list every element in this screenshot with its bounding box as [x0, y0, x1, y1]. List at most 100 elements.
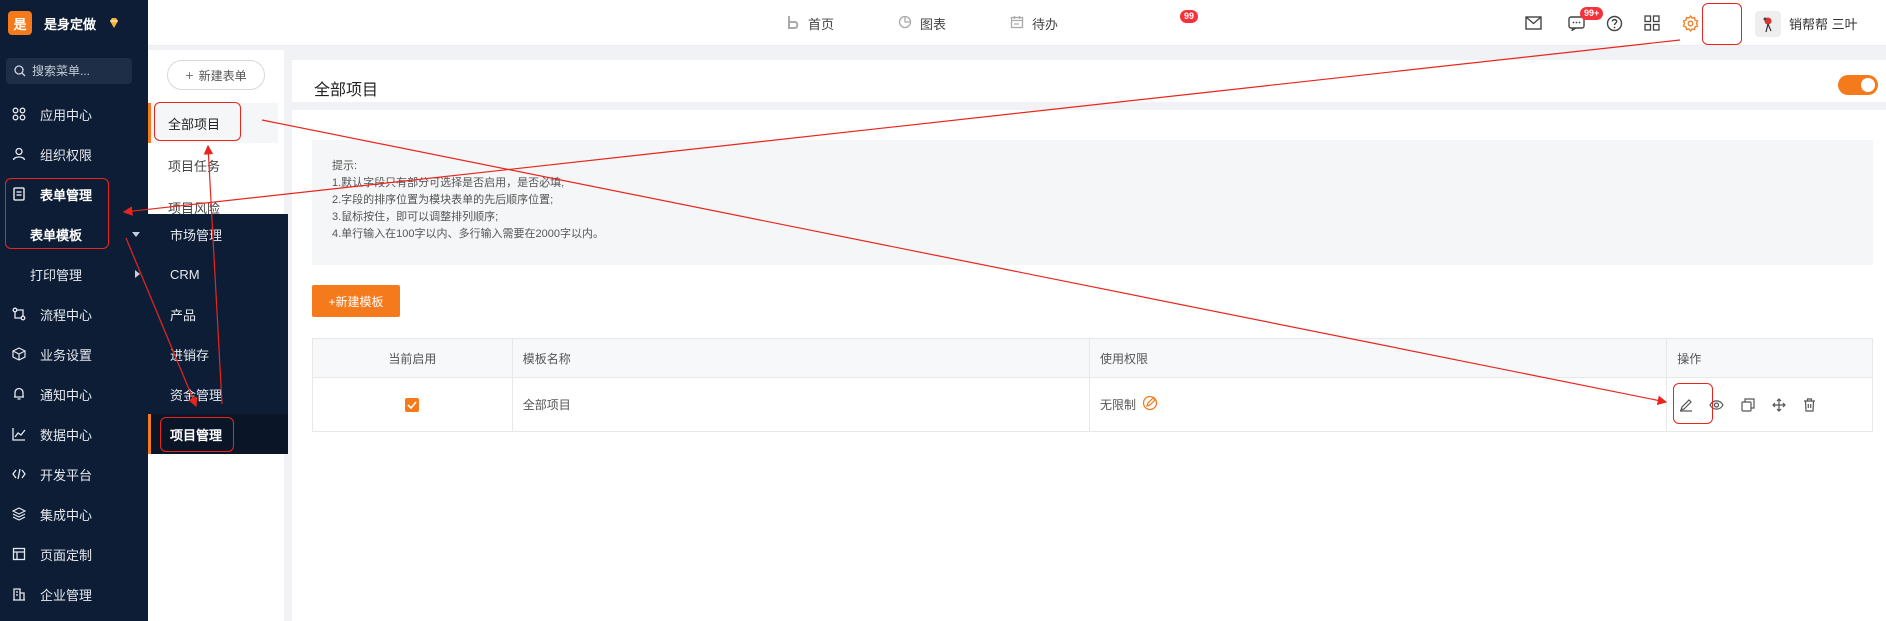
sidebar-item-label: 表单模板 [30, 227, 83, 243]
user-icon [11, 147, 26, 162]
sidebar-item-label: 应用中心 [40, 107, 93, 123]
flyout-item-label: 进销存 [170, 347, 210, 363]
form-item-all-projects[interactable]: 全部项目 [148, 103, 278, 143]
app-logo[interactable]: 是 [8, 11, 32, 35]
search-input[interactable] [32, 64, 122, 78]
template-name-cell: 全部项目 [513, 378, 1090, 431]
form-item-label: 项目任务 [168, 158, 221, 174]
chart-icon [11, 427, 26, 442]
flyout-item-label: 项目管理 [170, 427, 223, 443]
enable-toggle[interactable] [1838, 75, 1878, 95]
edit-permission-icon[interactable] [1142, 395, 1158, 414]
copy-icon[interactable] [1739, 396, 1756, 413]
preview-eye-icon[interactable] [1708, 396, 1725, 413]
sidebar-item-app-center[interactable]: 应用中心 [0, 94, 148, 134]
sidebar-item-notify[interactable]: 通知中心 [0, 374, 148, 414]
mail-icon[interactable] [1523, 13, 1543, 33]
edit-icon[interactable] [1677, 396, 1694, 413]
app-name: 是身定做 [44, 16, 97, 32]
top-nav-todo[interactable]: 待办 [1010, 0, 1058, 46]
sidebar-item-form-template[interactable]: 表单模板 [0, 214, 148, 254]
chevron-right-icon [135, 270, 140, 278]
template-flyout-menu: 市场管理 CRM 产品 进销存 资金管理 项目管理 [148, 214, 288, 454]
permission-cell: 无限制 [1090, 378, 1668, 431]
flyout-item-funds[interactable]: 资金管理 [148, 374, 288, 414]
sidebar-item-integration[interactable]: 集成中心 [0, 494, 148, 534]
calendar-icon [1010, 15, 1024, 32]
sidebar-item-data-center[interactable]: 数据中心 [0, 414, 148, 454]
column-header: 操作 [1677, 351, 1702, 366]
table-header: 当前启用 模板名称 使用权限 操作 [313, 339, 1872, 378]
tips-line: 1.默认字段只有部分可选择是否启用，是否必填; [332, 177, 565, 189]
sidebar-item-label: 页面定制 [40, 547, 93, 563]
tips-line: 提示: [332, 160, 358, 172]
tips-line: 4.单行输入在100字以内、多行输入需要在2000字以内。 [332, 228, 604, 240]
chevron-down-icon [132, 231, 140, 237]
sidebar-item-business-settings[interactable]: 业务设置 [0, 334, 148, 374]
home-icon [786, 15, 800, 32]
avatar[interactable] [1755, 11, 1781, 37]
form-item-label: 全部项目 [168, 116, 221, 132]
move-icon[interactable] [1770, 396, 1787, 413]
apps-grid-icon[interactable] [1642, 13, 1662, 33]
sidebar-item-label: 集成中心 [40, 507, 93, 523]
top-nav-home[interactable]: 首页 [786, 0, 834, 46]
column-header: 模板名称 [513, 339, 1090, 377]
tips-line: 2.字段的排序位置为模块表单的先后顺序位置; [332, 194, 554, 206]
code-icon [11, 467, 26, 482]
new-form-button[interactable]: + 新建表单 [167, 60, 265, 90]
sidebar-item-org[interactable]: 组织权限 [0, 134, 148, 174]
flyout-item-inventory[interactable]: 进销存 [148, 334, 288, 374]
flyout-item-crm[interactable]: CRM [148, 254, 288, 294]
sidebar: 是 是身定做 应用中心 组织权限 表单管理 表单模板 打印管理 流程中心 业务设… [0, 0, 148, 621]
main-content: 全部项目 提示: 1.默认字段只有部分可选择是否启用，是否必填; 2.字段的排序… [292, 60, 1886, 621]
plus-icon: + [185, 67, 194, 83]
sidebar-item-process[interactable]: 流程中心 [0, 294, 148, 334]
grid-icon [11, 107, 26, 122]
flyout-item-label: CRM [170, 266, 200, 282]
actions-cell [1667, 378, 1872, 431]
new-form-label: 新建表单 [198, 68, 247, 83]
delete-icon[interactable] [1801, 396, 1818, 413]
bell-icon [11, 387, 26, 402]
sidebar-item-page-custom[interactable]: 页面定制 [0, 534, 148, 574]
layers-icon [11, 507, 26, 522]
flow-icon [11, 307, 26, 322]
sidebar-item-label: 企业管理 [40, 587, 93, 603]
top-bar: 首页 图表 待办 99 99+ 销帮帮 三叶 [148, 0, 1886, 46]
sidebar-item-label: 表单管理 [40, 187, 93, 203]
help-icon[interactable] [1604, 13, 1624, 33]
message-badge: 99+ [1580, 7, 1604, 20]
table-row: 全部项目 无限制 [313, 378, 1872, 431]
flyout-item-label: 产品 [170, 307, 197, 323]
page-icon [11, 547, 26, 562]
sidebar-item-label: 打印管理 [30, 267, 83, 283]
page-header: 全部项目 [292, 60, 1886, 110]
menu-search[interactable] [6, 58, 132, 84]
flyout-item-project[interactable]: 项目管理 [148, 414, 288, 454]
sidebar-item-label: 流程中心 [40, 307, 93, 323]
column-header: 使用权限 [1090, 339, 1668, 377]
flyout-item-market[interactable]: 市场管理 [148, 214, 288, 254]
new-template-button[interactable]: +新建模板 [312, 285, 400, 317]
username[interactable]: 销帮帮 三叶 [1789, 0, 1858, 46]
template-table: 当前启用 模板名称 使用权限 操作 全部项目 无限制 [312, 338, 1873, 432]
settings-gear-icon[interactable] [1680, 13, 1700, 33]
tips-box: 提示: 1.默认字段只有部分可选择是否启用，是否必填; 2.字段的排序位置为模块… [312, 140, 1873, 265]
sidebar-item-label: 数据中心 [40, 427, 93, 443]
sidebar-item-label: 业务设置 [40, 347, 93, 363]
top-nav-charts[interactable]: 图表 [898, 0, 946, 46]
sidebar-item-label: 通知中心 [40, 387, 93, 403]
flyout-item-product[interactable]: 产品 [148, 294, 288, 334]
sidebar-item-enterprise[interactable]: 企业管理 [0, 574, 148, 614]
flyout-item-label: 市场管理 [170, 227, 223, 243]
enabled-checkbox[interactable] [405, 397, 420, 412]
sidebar-item-dev-platform[interactable]: 开发平台 [0, 454, 148, 494]
sidebar-item-print-management[interactable]: 打印管理 [0, 254, 148, 294]
search-icon [14, 65, 26, 77]
tips-line: 3.鼠标按住，即可以调整排列顺序; [332, 211, 499, 223]
top-nav-label: 首页 [808, 16, 835, 32]
diamond-icon [110, 18, 119, 28]
form-item-project-tasks[interactable]: 项目任务 [148, 145, 278, 185]
sidebar-item-form-management[interactable]: 表单管理 [0, 174, 148, 214]
